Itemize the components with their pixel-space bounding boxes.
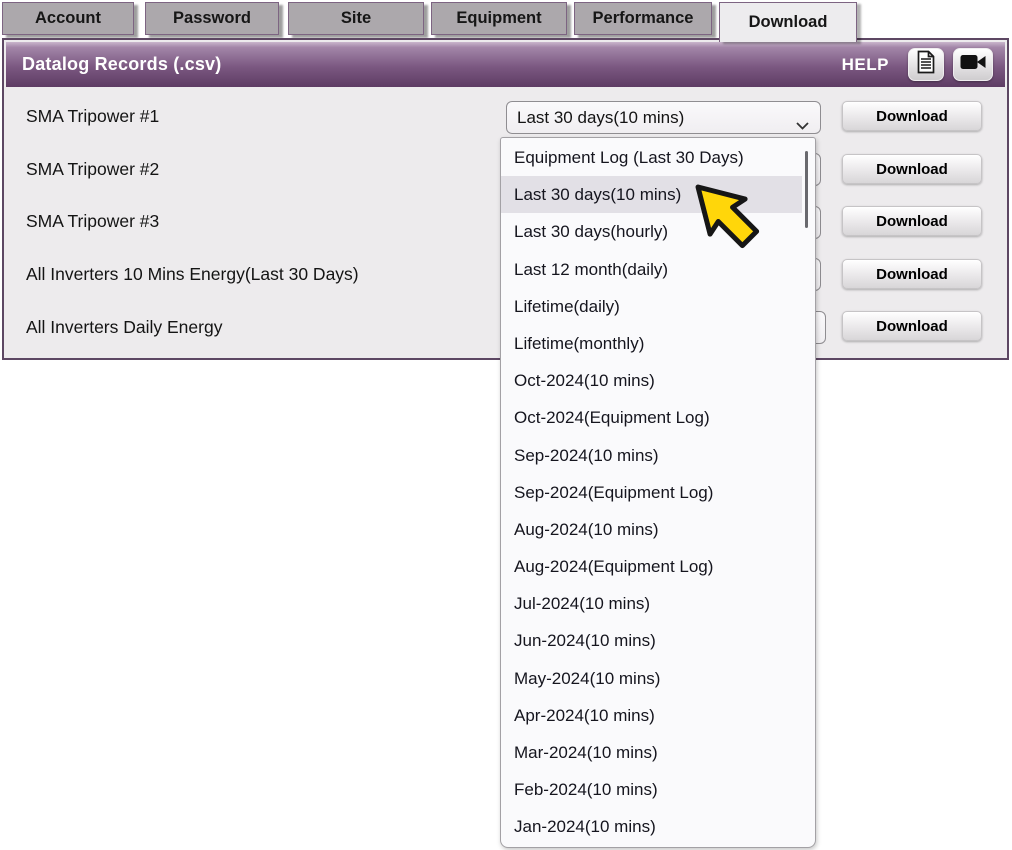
dropdown-option[interactable]: Mar-2024(10 mins) <box>501 734 815 771</box>
dropdown-option[interactable]: Jul-2024(10 mins) <box>501 585 815 622</box>
tab-account[interactable]: Account <box>2 2 134 35</box>
dropdown-option[interactable]: Oct-2024(10 mins) <box>501 362 815 399</box>
dropdown-option[interactable]: Equipment Log (Last 30 Days) <box>501 139 815 176</box>
tab-download[interactable]: Download <box>719 2 857 42</box>
tab-password[interactable]: Password <box>145 2 279 35</box>
row-label: SMA Tripower #1 <box>26 106 159 127</box>
dropdown-option[interactable]: Apr-2024(10 mins) <box>501 697 815 734</box>
tab-site[interactable]: Site <box>288 2 424 35</box>
video-help-button[interactable] <box>953 48 993 81</box>
range-dropdown-list: Equipment Log (Last 30 Days) Last 30 day… <box>500 137 816 848</box>
document-help-button[interactable] <box>908 48 944 81</box>
range-select-value: Last 30 days(10 mins) <box>517 108 684 128</box>
dropdown-option[interactable]: Last 12 month(daily) <box>501 251 815 288</box>
header-actions: HELP <box>842 42 993 87</box>
dropdown-option[interactable]: Lifetime(daily) <box>501 288 815 325</box>
document-icon <box>916 50 936 79</box>
row-label: SMA Tripower #2 <box>26 159 159 180</box>
panel-header: Datalog Records (.csv) HELP <box>6 42 1005 87</box>
dropdown-option[interactable]: Sep-2024(Equipment Log) <box>501 474 815 511</box>
dropdown-option[interactable]: Jun-2024(10 mins) <box>501 622 815 659</box>
download-button-4[interactable]: Download <box>842 259 982 289</box>
tab-bar: Account Password Site Equipment Performa… <box>0 0 1012 38</box>
download-button-2[interactable]: Download <box>842 154 982 184</box>
tab-equipment[interactable]: Equipment <box>431 2 567 35</box>
dropdown-option[interactable]: May-2024(10 mins) <box>501 660 815 697</box>
dropdown-option[interactable]: Feb-2024(10 mins) <box>501 771 815 808</box>
download-button-5[interactable]: Download <box>842 311 982 341</box>
row-label: All Inverters Daily Energy <box>26 317 222 338</box>
dropdown-option[interactable]: Sep-2024(10 mins) <box>501 437 815 474</box>
page-title: Datalog Records (.csv) <box>6 54 221 75</box>
help-link[interactable]: HELP <box>842 55 889 75</box>
dropdown-scrollbar-thumb[interactable] <box>805 151 808 228</box>
video-camera-icon <box>960 53 986 76</box>
dropdown-option[interactable]: Last 30 days(hourly) <box>501 213 815 250</box>
tab-performance[interactable]: Performance <box>574 2 712 35</box>
chevron-down-icon <box>796 115 809 135</box>
dropdown-option[interactable]: Jan-2024(10 mins) <box>501 808 815 845</box>
download-button-3[interactable]: Download <box>842 206 982 236</box>
dropdown-option[interactable]: Lifetime(monthly) <box>501 325 815 362</box>
dropdown-option-highlighted[interactable]: Last 30 days(10 mins) <box>501 176 802 213</box>
range-select-1[interactable]: Last 30 days(10 mins) <box>506 101 821 134</box>
download-button-1[interactable]: Download <box>842 101 982 131</box>
dropdown-option[interactable]: Oct-2024(Equipment Log) <box>501 399 815 436</box>
row-label: All Inverters 10 Mins Energy(Last 30 Day… <box>26 264 359 285</box>
dropdown-option[interactable]: Aug-2024(Equipment Log) <box>501 548 815 585</box>
row-label: SMA Tripower #3 <box>26 211 159 232</box>
dropdown-option[interactable]: Aug-2024(10 mins) <box>501 511 815 548</box>
